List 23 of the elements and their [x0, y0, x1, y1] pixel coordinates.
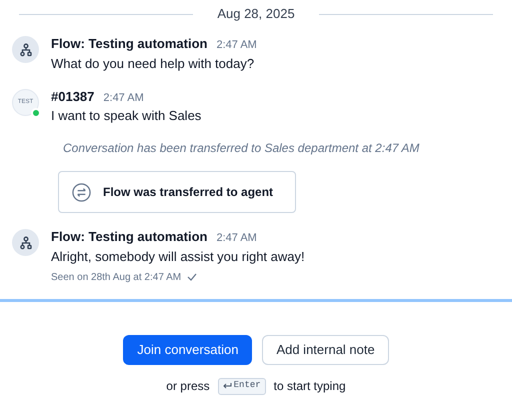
sender-name: #01387 — [51, 88, 94, 106]
message-text: What do you need help with today? — [51, 54, 256, 72]
message-time: 2:47 AM — [103, 90, 144, 106]
flow-icon — [18, 236, 32, 250]
transfer-icon — [72, 182, 91, 202]
hint-text: or press — [166, 378, 210, 395]
message-text: I want to speak with Sales — [51, 107, 202, 125]
sender-name: Flow: Testing automation — [51, 35, 208, 53]
hint-text: to start typing — [274, 378, 346, 395]
check-icon — [187, 273, 198, 281]
action-button[interactable]: Add internal note — [262, 335, 389, 365]
message-time: 2:47 AM — [216, 231, 257, 246]
action-button[interactable]: Join conversation — [123, 335, 252, 365]
seen-status: Seen on 28th Aug at 2:47 AM — [51, 270, 182, 284]
sender-name: Flow: Testing automation — [51, 228, 208, 246]
flow-icon — [18, 42, 32, 56]
date-divider: Aug 28, 2025 — [217, 5, 295, 24]
event-text: Flow was transferred to agent — [103, 184, 274, 201]
system-message: Conversation has been transferred to Sales department at 2:47 AM — [62, 140, 420, 157]
enter-key: Enter — [218, 378, 266, 394]
message-time: 2:47 AM — [216, 38, 257, 53]
return-icon — [222, 382, 232, 390]
message-text: Alright, somebody will assist you right away! — [51, 248, 305, 266]
